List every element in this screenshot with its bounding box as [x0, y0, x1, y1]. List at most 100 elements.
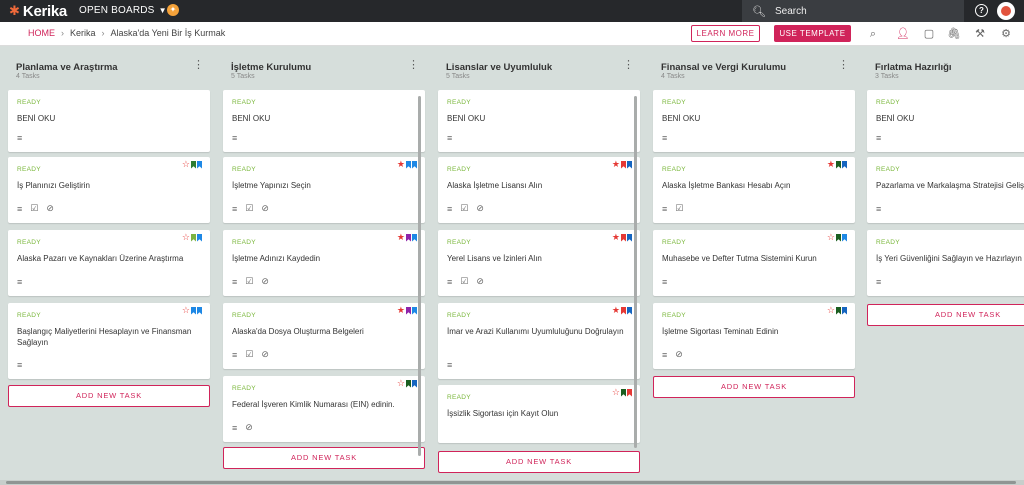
- add-new-task-button[interactable]: ADD NEW TASK: [867, 304, 1024, 326]
- card-title[interactable]: Alaska İşletme Lisansı Alın: [447, 180, 633, 191]
- task-card[interactable]: READY Pazarlama ve Markalaşma Stratejisi …: [867, 157, 1024, 223]
- star-icon[interactable]: ★: [827, 160, 835, 169]
- task-card[interactable]: READY BENİ OKU ≡: [653, 90, 855, 152]
- search-icon[interactable]: ⌕: [866, 27, 880, 41]
- task-card[interactable]: ★ READY Alaska İşletme Lisansı Alın ≡ ☑ ⊘: [438, 157, 640, 223]
- task-card[interactable]: READY BENİ OKU ≡: [8, 90, 210, 152]
- star-icon[interactable]: ★: [397, 306, 405, 315]
- card-title[interactable]: BENİ OKU: [17, 113, 203, 124]
- task-card[interactable]: ☆ READY Başlangıç Maliyetlerini Hesaplayın…: [8, 303, 210, 379]
- task-card[interactable]: ★ READY Alaska'da Dosya Oluşturma Belgeler…: [223, 303, 425, 369]
- star-outline-icon[interactable]: ☆: [827, 306, 835, 315]
- task-card[interactable]: ☆ READY Federal İşveren Kimlik Numarası (E…: [223, 376, 425, 442]
- kerika-logo[interactable]: ✱ Kerika: [9, 3, 67, 20]
- star-outline-icon[interactable]: ☆: [182, 160, 190, 169]
- card-title[interactable]: BENİ OKU: [662, 113, 848, 124]
- card-title[interactable]: Pazarlama ve Markalaşma Stratejisi Geliş…: [876, 180, 1024, 191]
- card-flags: ☆: [827, 306, 847, 315]
- add-person-icon[interactable]: 👤︎: [896, 27, 910, 41]
- card-title[interactable]: Alaska İşletme Bankası Hesabı Açın: [662, 180, 848, 191]
- board-status-icon[interactable]: ✦: [167, 4, 179, 16]
- card-title[interactable]: İşsizlik Sigortası için Kayıt Olun: [447, 408, 633, 419]
- card-title[interactable]: Federal İşveren Kimlik Numarası (EIN) ed…: [232, 399, 418, 410]
- star-icon[interactable]: ★: [612, 306, 620, 315]
- use-template-button[interactable]: USE TEMPLATE: [774, 25, 851, 42]
- checklist-icon: ☑: [245, 276, 254, 286]
- add-new-task-button[interactable]: ADD NEW TASK: [653, 376, 855, 398]
- task-card[interactable]: READY BENİ OKU ≡: [223, 90, 425, 152]
- star-outline-icon[interactable]: ☆: [827, 233, 835, 242]
- gear-icon[interactable]: ⚙︎: [999, 27, 1013, 41]
- task-card[interactable]: ☆ READY İşsizlik Sigortası için Kayıt Olun: [438, 385, 640, 443]
- star-icon[interactable]: ★: [397, 233, 405, 242]
- column-scrollbar[interactable]: [418, 96, 421, 456]
- help-icon[interactable]: ?: [975, 4, 988, 17]
- learn-more-button[interactable]: LEARN MORE: [691, 25, 760, 42]
- column-title[interactable]: Lisanslar ve Uyumluluk: [446, 62, 552, 73]
- task-card[interactable]: ☆ READY Muhasebe ve Defter Tutma Sistemini…: [653, 230, 855, 296]
- task-card[interactable]: ★ READY Alaska İşletme Bankası Hesabı Açın…: [653, 157, 855, 223]
- task-card[interactable]: ☆ READY İşletme Sigortası Teminatı Edinin ≡…: [653, 303, 855, 369]
- star-icon[interactable]: ★: [612, 160, 620, 169]
- card-title[interactable]: Alaska Pazarı ve Kaynakları Üzerine Araş…: [17, 253, 203, 264]
- add-new-task-button[interactable]: ADD NEW TASK: [8, 385, 210, 407]
- column-title[interactable]: Finansal ve Vergi Kurulumu: [661, 62, 786, 73]
- column-menu-icon[interactable]: ⋮: [408, 60, 419, 71]
- card-status: READY: [232, 385, 256, 392]
- card-title[interactable]: İşletme Yapınızı Seçin: [232, 180, 418, 191]
- column-title[interactable]: Fırlatma Hazırlığı: [875, 62, 952, 73]
- chat-icon[interactable]: ▢: [922, 27, 936, 41]
- breadcrumb-home-link[interactable]: HOME: [28, 28, 55, 38]
- task-card[interactable]: ★ READY İşletme Yapınızı Seçin ≡ ☑ ⊘: [223, 157, 425, 223]
- attachment-icon[interactable]: 🖇︎: [947, 27, 961, 41]
- task-card[interactable]: READY BENİ OKU ≡: [438, 90, 640, 152]
- add-new-task-button[interactable]: ADD NEW TASK: [223, 447, 425, 469]
- star-outline-icon[interactable]: ☆: [397, 379, 405, 388]
- card-title[interactable]: İş Yeri Güvenliğini Sağlayın ve Hazırlay…: [876, 253, 1024, 264]
- card-title[interactable]: İşletme Adınızı Kaydedin: [232, 253, 418, 264]
- card-title[interactable]: İş Planınızı Geliştirin: [17, 180, 203, 191]
- attachment-icon: ⊘: [46, 203, 54, 213]
- task-card[interactable]: ★ READY İşletme Adınızı Kaydedin ≡ ☑ ⊘: [223, 230, 425, 296]
- task-card[interactable]: ☆ READY Alaska Pazarı ve Kaynakları Üzerin…: [8, 230, 210, 296]
- task-card[interactable]: READY BENİ OKU ≡: [867, 90, 1024, 152]
- card-title[interactable]: BENİ OKU: [447, 113, 633, 124]
- chevron-right-icon: ›: [61, 28, 64, 38]
- description-icon: ≡: [17, 203, 23, 214]
- task-card[interactable]: READY İş Yeri Güvenliğini Sağlayın ve Haz…: [867, 230, 1024, 296]
- horizontal-scrollbar[interactable]: [0, 480, 1024, 485]
- user-avatar[interactable]: [997, 2, 1015, 20]
- star-outline-icon[interactable]: ☆: [182, 306, 190, 315]
- card-flags: ★: [397, 306, 417, 315]
- card-title[interactable]: İşletme Sigortası Teminatı Edinin: [662, 326, 848, 337]
- column-task-count: 5 Tasks: [446, 73, 470, 80]
- card-title[interactable]: Muhasebe ve Defter Tutma Sistemini Kurun: [662, 253, 848, 264]
- star-icon[interactable]: ★: [612, 233, 620, 242]
- column-menu-icon[interactable]: ⋮: [193, 60, 204, 71]
- column-title[interactable]: İşletme Kurulumu: [231, 62, 311, 73]
- bookmark-tag-icon: [406, 379, 411, 388]
- column-scrollbar[interactable]: [634, 96, 637, 448]
- add-new-task-button[interactable]: ADD NEW TASK: [438, 451, 640, 473]
- card-title[interactable]: BENİ OKU: [876, 113, 1024, 124]
- task-card[interactable]: ☆ READY İş Planınızı Geliştirin ≡ ☑ ⊘: [8, 157, 210, 223]
- tools-icon[interactable]: ⚒︎: [973, 27, 987, 41]
- open-boards-menu[interactable]: OPEN BOARDS ▼: [79, 5, 167, 16]
- breadcrumb-org-link[interactable]: Kerika: [70, 28, 96, 38]
- star-outline-icon[interactable]: ☆: [182, 233, 190, 242]
- star-icon[interactable]: ★: [397, 160, 405, 169]
- scrollbar-thumb[interactable]: [6, 481, 1016, 484]
- column-menu-icon[interactable]: ⋮: [838, 60, 849, 71]
- search-input[interactable]: 🔍︎ Search: [742, 0, 964, 22]
- column-menu-icon[interactable]: ⋮: [623, 60, 634, 71]
- column-title[interactable]: Planlama ve Araştırma: [16, 62, 118, 73]
- card-title[interactable]: BENİ OKU: [232, 113, 418, 124]
- card-status: READY: [447, 166, 471, 173]
- card-title[interactable]: İmar ve Arazi Kullanımı Uyumluluğunu Doğ…: [447, 326, 633, 337]
- card-title[interactable]: Başlangıç Maliyetlerini Hesaplayın ve Fi…: [17, 326, 203, 348]
- task-card[interactable]: ★ READY İmar ve Arazi Kullanımı Uyumluluğu…: [438, 303, 640, 379]
- task-card[interactable]: ★ READY Yerel Lisans ve İzinleri Alın ≡ ☑ ⊘: [438, 230, 640, 296]
- star-outline-icon[interactable]: ☆: [612, 388, 620, 397]
- card-title[interactable]: Yerel Lisans ve İzinleri Alın: [447, 253, 633, 264]
- card-title[interactable]: Alaska'da Dosya Oluşturma Belgeleri: [232, 326, 418, 337]
